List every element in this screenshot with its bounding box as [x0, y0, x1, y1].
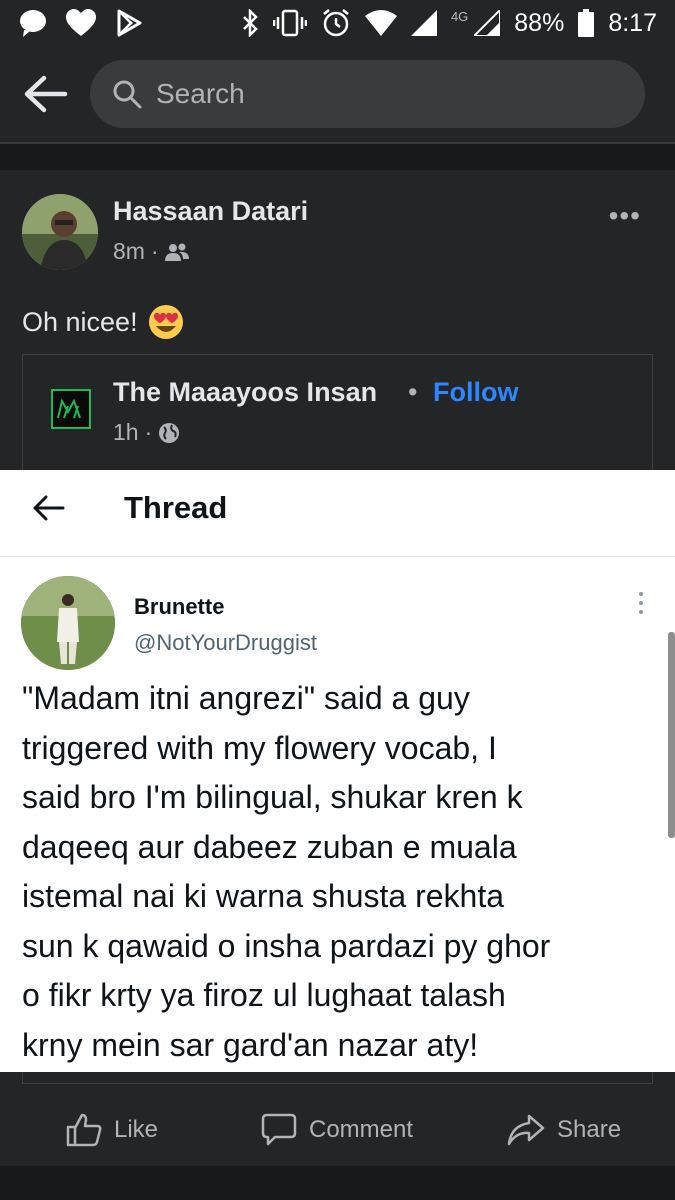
tweet-screenshot[interactable]: Thread Brunette @NotYourDruggist "Madam …	[0, 470, 675, 1072]
vibrate-icon	[272, 9, 307, 37]
battery-icon	[578, 9, 595, 37]
maaayoos-logo-icon	[57, 398, 81, 419]
like-button[interactable]: Like	[66, 1113, 158, 1147]
tweet-more-icon	[639, 592, 645, 619]
messenger-icon	[20, 10, 46, 37]
follow-button[interactable]: Follow	[433, 377, 518, 408]
meta-separator: ·	[150, 238, 159, 264]
comment-icon	[261, 1113, 297, 1146]
search-icon	[113, 80, 142, 109]
clock: 8:17	[608, 8, 657, 37]
tweet-avatar-photo	[21, 576, 115, 670]
wifi-icon	[364, 10, 397, 36]
share-button[interactable]: Share	[507, 1114, 621, 1146]
tweet-scrollbar	[668, 632, 675, 838]
back-arrow-icon[interactable]	[22, 74, 68, 114]
globe-icon	[159, 422, 180, 443]
battery-percent: 88%	[514, 8, 565, 37]
shared-page-name[interactable]: The Maaayoos Insan	[113, 377, 377, 408]
tweet-author-name: Brunette	[134, 594, 225, 619]
shared-post-meta: 1h ·	[113, 419, 180, 446]
feed-gap	[0, 144, 675, 170]
share-label: Share	[557, 1116, 622, 1143]
signal-icon-secondary	[474, 10, 501, 36]
heart-icon	[66, 9, 96, 36]
tweet-text: "Madam itni angrezi" said a guy triggere…	[22, 680, 551, 1063]
feed-bottom-gap	[0, 1166, 675, 1200]
tweet-author-handle: @NotYourDruggist	[134, 630, 317, 655]
tweet-header-divider	[0, 556, 675, 557]
search-header: Search	[0, 46, 675, 142]
tweet-author-avatar	[21, 576, 115, 670]
search-placeholder: Search	[156, 78, 245, 109]
page-logo[interactable]	[51, 389, 91, 429]
play-store-icon	[117, 9, 142, 37]
bluetooth-icon	[243, 9, 258, 37]
network-type: 4G	[450, 8, 469, 24]
signal-icon	[410, 10, 437, 36]
heart-eyes-emoji-icon	[148, 305, 183, 339]
avatar-photo	[22, 194, 98, 270]
alarm-icon	[323, 9, 349, 37]
status-bar: 4G 88% 8:17	[0, 0, 675, 46]
post-action-bar: Like Comment Share	[0, 1100, 675, 1160]
shared-card-bottom-border	[22, 1072, 653, 1084]
post-author-name[interactable]: Hassaan Datari	[113, 196, 308, 227]
comment-button[interactable]: Comment	[261, 1113, 413, 1147]
follow-separator: •	[408, 377, 418, 407]
tweet-thread-title: Thread	[124, 490, 228, 525]
comment-label: Comment	[309, 1116, 414, 1143]
meta-separator: ·	[144, 419, 153, 445]
share-icon	[507, 1114, 545, 1146]
shared-post-time[interactable]: 1h	[113, 419, 139, 446]
more-options-icon[interactable]: •••	[609, 200, 641, 232]
search-input[interactable]: Search	[90, 60, 645, 128]
friends-icon	[164, 243, 189, 261]
post-caption: Oh nicee!	[22, 304, 184, 340]
post-time[interactable]: 8m	[113, 238, 145, 265]
tweet-back-arrow-icon	[33, 495, 65, 521]
post-meta: 8m ·	[113, 238, 189, 265]
like-label: Like	[114, 1116, 159, 1143]
like-icon	[66, 1113, 102, 1147]
post-text: Oh nicee!	[22, 306, 138, 337]
author-avatar[interactable]	[22, 194, 98, 270]
